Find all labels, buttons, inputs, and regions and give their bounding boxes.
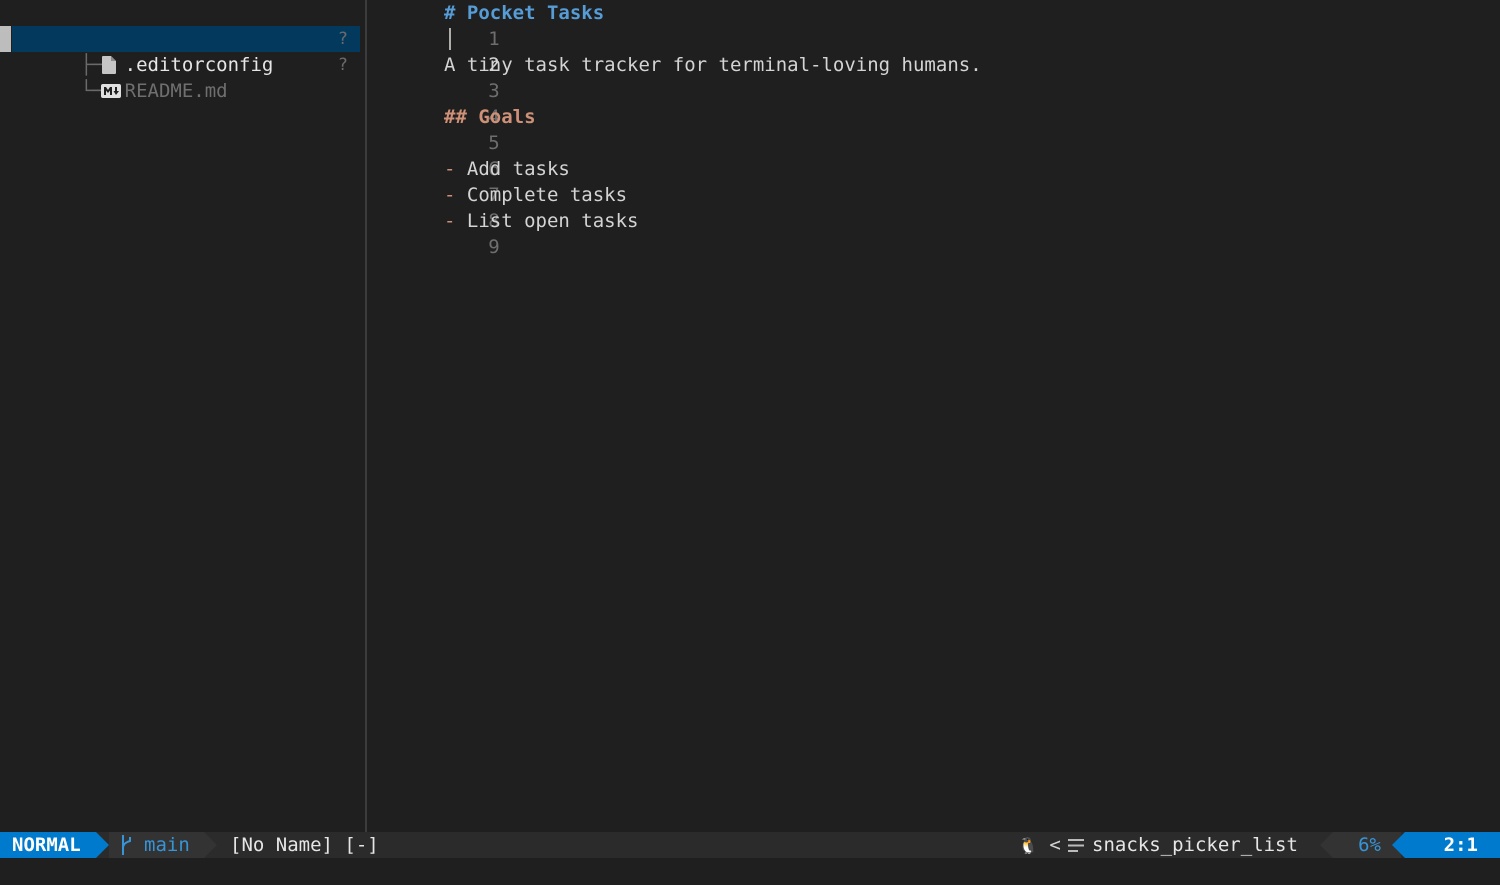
- tree-branch: └─: [80, 80, 104, 102]
- line-content: - List open tasks: [444, 208, 638, 234]
- git-branch-name: main: [144, 834, 190, 856]
- markdown-marker: ##: [444, 106, 479, 128]
- explorer-cursor-indicator: [0, 26, 11, 52]
- filetype-label: snacks_picker_list: [1092, 834, 1298, 856]
- line-content: - Add tasks: [444, 156, 570, 182]
- list-marker: -: [444, 158, 467, 180]
- markdown-marker: #: [444, 2, 467, 24]
- cursor-position: 2:1: [1405, 832, 1500, 858]
- git-branch-segment: main: [109, 832, 204, 858]
- editor-line: 5 ## Goals: [367, 104, 536, 154]
- explorer-item-readme[interactable]: └─ README.md ?: [12, 52, 360, 102]
- nvim-window: pocket-tasks ├─ .editorconfig ? └─ READM…: [0, 0, 1500, 885]
- line-content: ## Goals: [444, 104, 536, 130]
- powerline-separator: [96, 832, 109, 858]
- scroll-percent: 6%: [1333, 832, 1401, 858]
- list-lines-icon: [1068, 839, 1084, 852]
- line-content: # Pocket Tasks: [444, 0, 604, 26]
- markdown-icon: [100, 84, 121, 98]
- command-line[interactable]: [0, 858, 1500, 885]
- editor-line-current: 2: [367, 26, 500, 76]
- chevron-left-icon: <: [1049, 834, 1061, 856]
- editor-line: 1 # Pocket Tasks: [367, 0, 604, 50]
- line-number: 9: [488, 236, 500, 258]
- list-marker: -: [444, 210, 467, 232]
- list-item-text: List open tasks: [466, 210, 639, 232]
- powerline-separator: [204, 832, 217, 858]
- powerline-separator: [1320, 832, 1333, 858]
- editor-line: 8 - Complete tasks: [367, 182, 627, 232]
- git-untracked-flag: ?: [337, 29, 348, 49]
- list-marker: -: [444, 184, 467, 206]
- heading-text: Goals: [478, 106, 536, 128]
- line-content: A tiny task tracker for terminal-loving …: [444, 54, 982, 76]
- editor-line: 3 A tiny task tracker for terminal-lovin…: [367, 52, 982, 102]
- list-item-text: Complete tasks: [466, 184, 628, 206]
- buffer-name: [No Name] [-]: [230, 834, 379, 856]
- editor-line: 9 - List open tasks: [367, 208, 638, 258]
- editor-line: 7 - Add tasks: [367, 156, 570, 206]
- file-explorer: pocket-tasks ├─ .editorconfig ? └─ READM…: [0, 0, 365, 832]
- mode-indicator: NORMAL: [0, 832, 96, 858]
- linux-icon: 🐧: [1018, 836, 1038, 855]
- editor-buffer[interactable]: 1 # Pocket Tasks 2 3 A tiny task tracker…: [367, 0, 1500, 832]
- statusline: NORMAL main [No Name] [-] 🐧 < snacks_pic…: [0, 832, 1500, 858]
- line-content: - Complete tasks: [444, 182, 627, 208]
- list-item-text: Add tasks: [466, 158, 570, 180]
- explorer-item-name: README.md: [124, 80, 228, 102]
- heading-text: Pocket Tasks: [466, 2, 605, 24]
- explorer-item-editorconfig[interactable]: ├─ .editorconfig ?: [12, 26, 360, 76]
- text-cursor: [449, 28, 451, 50]
- os-indicator: 🐧 <: [1018, 832, 1061, 859]
- powerline-separator: [1392, 832, 1405, 858]
- git-untracked-flag: ?: [337, 55, 348, 75]
- editor-line: 6: [367, 130, 499, 180]
- editor-line: 4: [367, 78, 499, 128]
- explorer-root[interactable]: pocket-tasks: [10, 0, 242, 50]
- git-branch-icon: [122, 835, 131, 855]
